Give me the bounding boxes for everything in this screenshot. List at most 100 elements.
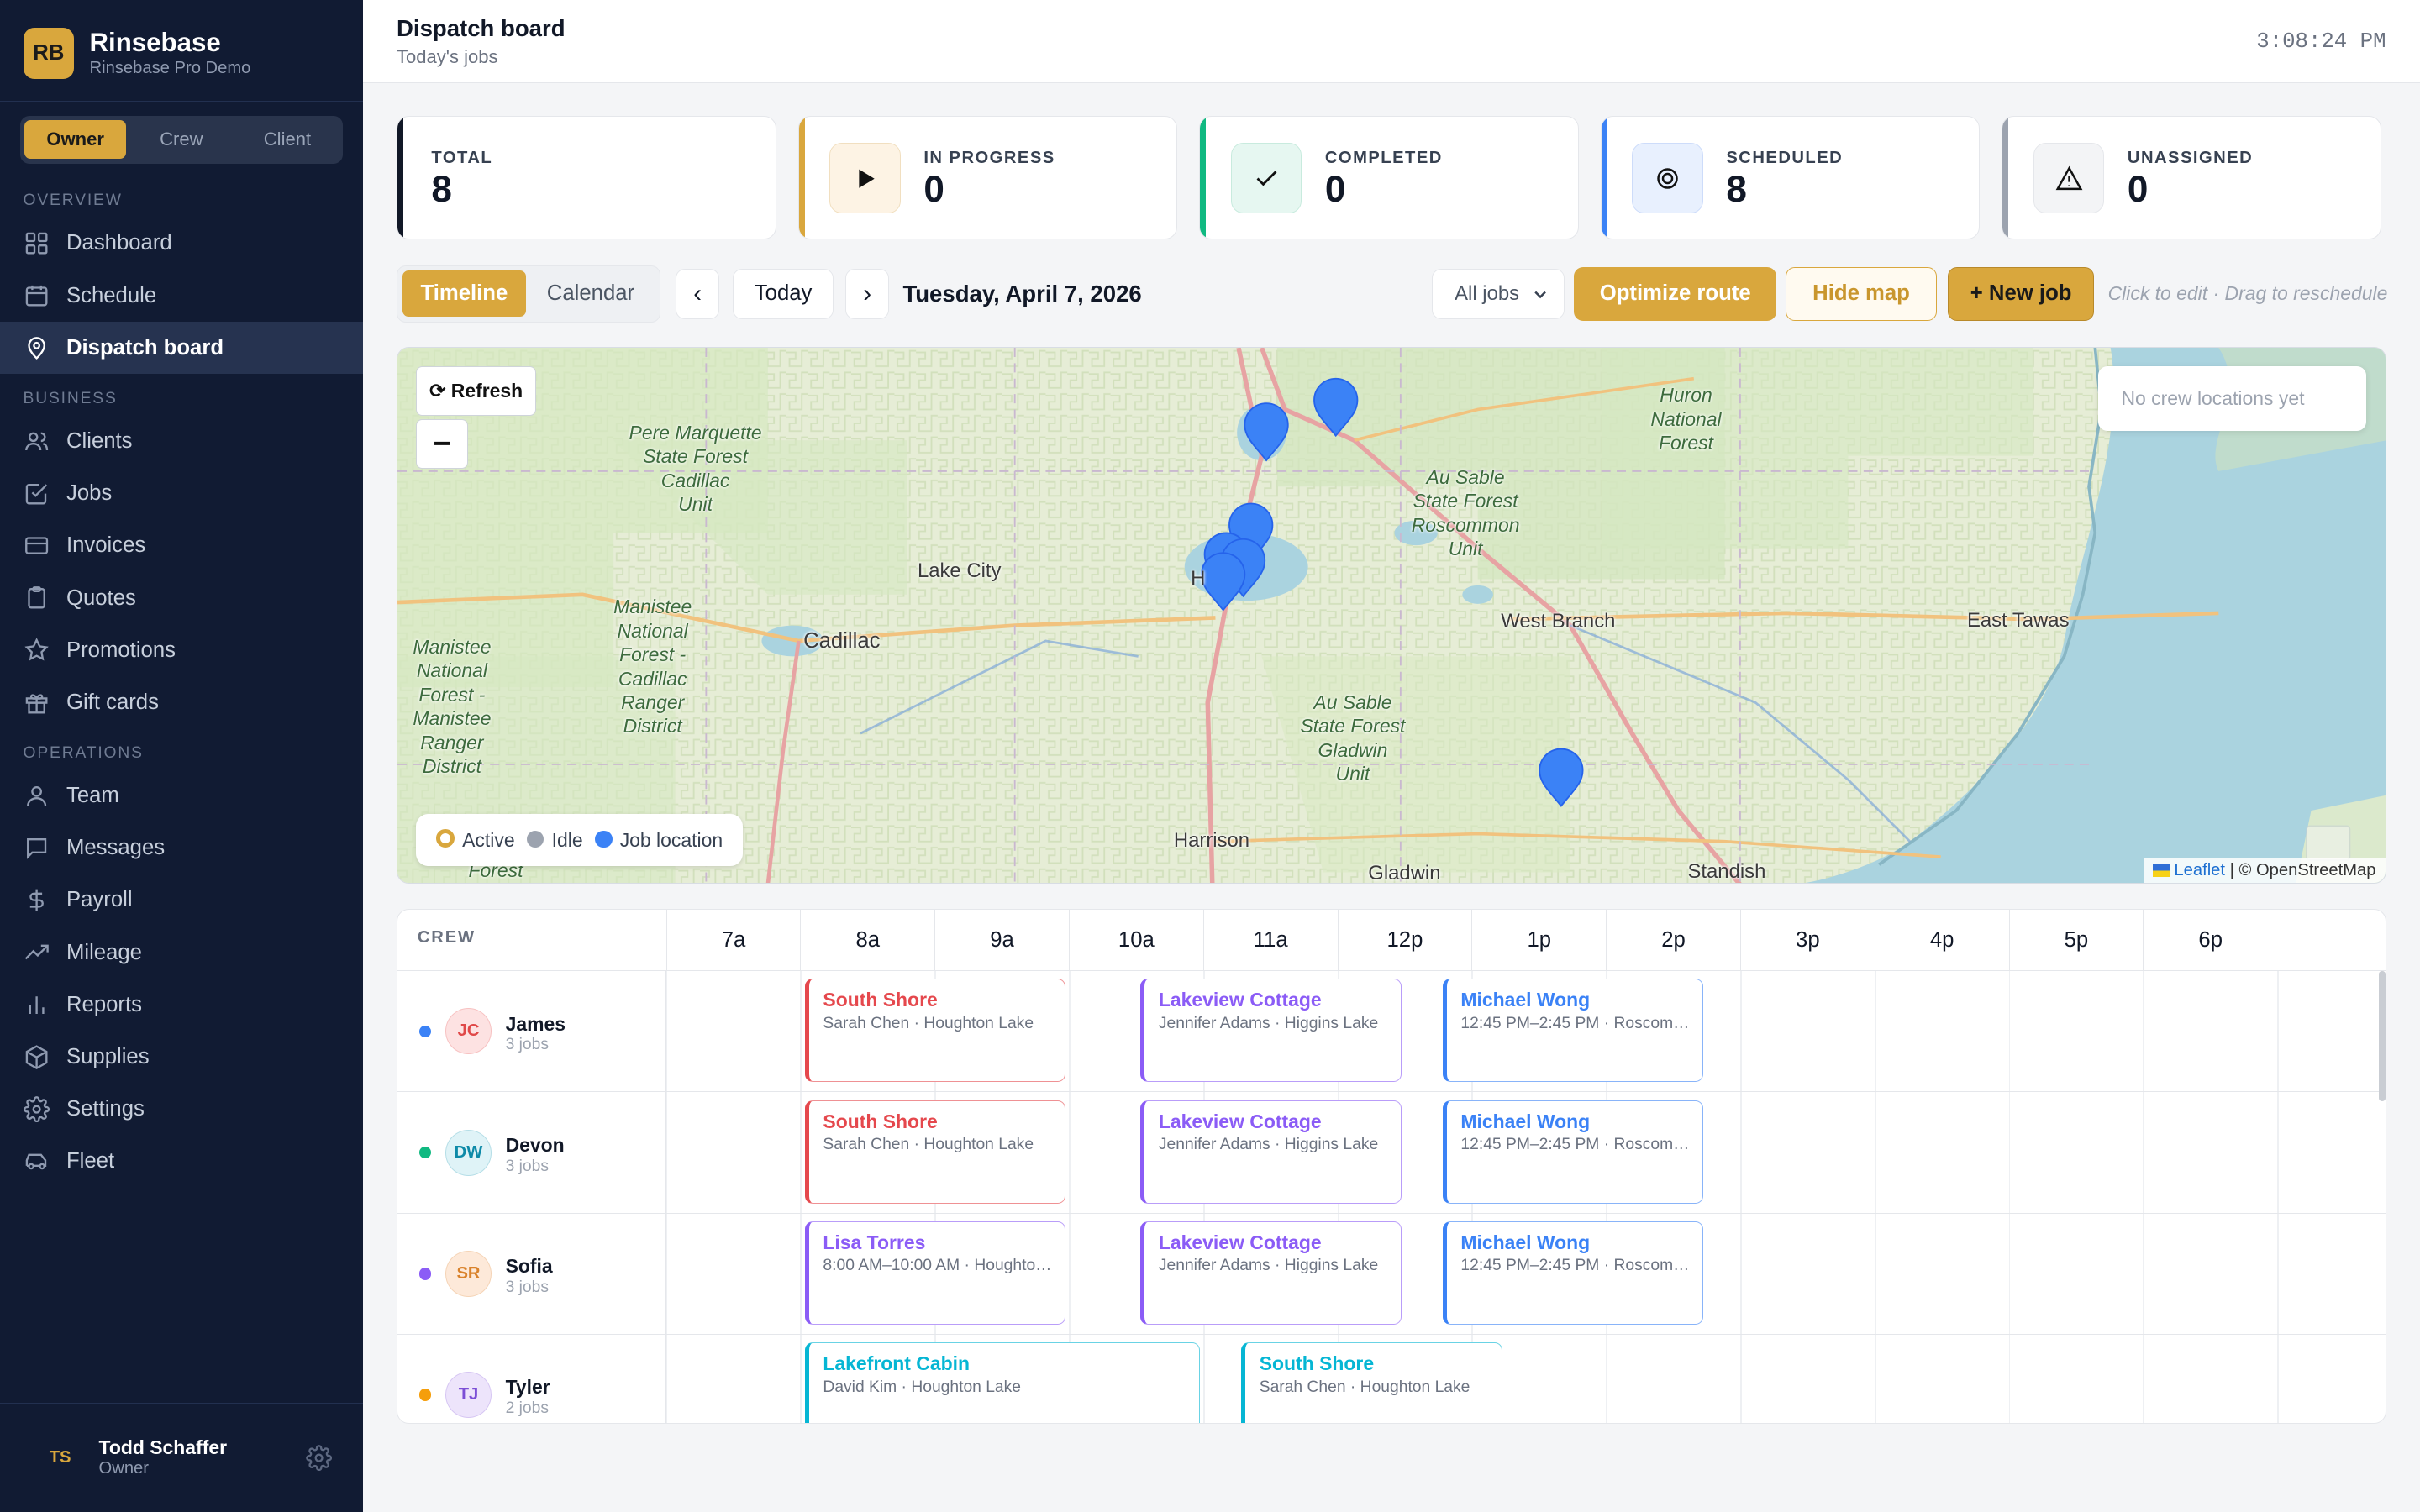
job-card[interactable]: Lakeview Cottage Jennifer Adams · Higgin… (1140, 1221, 1402, 1325)
job-card[interactable]: South Shore Sarah Chen · Houghton Lake (804, 979, 1066, 1083)
crew-column-header: CREW (417, 927, 476, 947)
sidebar-item-settings[interactable]: Settings (0, 1083, 363, 1135)
gear-icon[interactable] (305, 1444, 332, 1471)
sidebar-item-mileage[interactable]: Mileage (0, 927, 363, 979)
sidebar-item-payroll[interactable]: Payroll (0, 874, 363, 927)
job-title: Lakeview Cottage (1158, 1110, 1322, 1132)
role-switcher: Owner Crew Client (19, 115, 343, 164)
sidebar: RB Rinsebase Rinsebase Pro Demo Owner Cr… (0, 0, 363, 1512)
job-card[interactable]: Lakeview Cottage Jennifer Adams · Higgin… (1140, 1100, 1402, 1204)
prev-day-button[interactable]: ‹ (676, 268, 719, 320)
job-card[interactable]: South Shore Sarah Chen · Houghton Lake (1241, 1341, 1502, 1424)
sidebar-item-invoices[interactable]: Invoices (0, 520, 363, 572)
map-label-west-branch: West Branch (1501, 610, 1616, 633)
crew-member[interactable]: DW Devon 3 jobs (397, 1092, 666, 1213)
crew-member[interactable]: TJ Tyler 2 jobs (397, 1334, 666, 1424)
play-icon (829, 142, 901, 214)
crew-name: James (505, 1012, 566, 1035)
crew-member[interactable]: JC James 3 jobs (397, 971, 666, 1092)
tab-calendar[interactable]: Calendar (526, 270, 655, 317)
job-details: Jennifer Adams · Higgins Lake (1158, 1257, 1379, 1275)
job-title: Michael Wong (1460, 1110, 1591, 1132)
main-content: Dispatch board Today's jobs 3:08:24 PM T… (362, 0, 2420, 1512)
stat-card-total: TOTAL 8 (397, 115, 776, 239)
timeline-scrollbar[interactable] (2379, 971, 2386, 1101)
optimize-route-button[interactable]: Optimize route (1574, 266, 1776, 322)
sidebar-item-label: Reports (66, 992, 142, 1016)
grid-line (2143, 1092, 2145, 1213)
map-refresh-button[interactable]: ⟳ Refresh (416, 366, 537, 417)
brand[interactable]: RB Rinsebase Rinsebase Pro Demo (0, 0, 363, 102)
map-label-au-sable-roscommon: Au Sable State Forest Roscommon Unit (1411, 465, 1520, 560)
toolbar: Timeline Calendar ‹ Today › Tuesday, Apr… (397, 265, 2387, 324)
map-zoom-out-button[interactable]: − (416, 418, 469, 469)
chevron-down-icon (1534, 291, 1546, 299)
crew-row: DW Devon 3 jobs South Shore Sarah Chen ·… (397, 1092, 2386, 1214)
job-title: South Shore (823, 1110, 938, 1132)
sidebar-item-label: Messages (66, 836, 166, 860)
leaflet-link[interactable]: Leaflet (2174, 861, 2225, 879)
grid-line (666, 1334, 668, 1424)
sidebar-item-dashboard[interactable]: Dashboard (0, 218, 363, 270)
map-pin-icon (27, 336, 45, 360)
crew-member[interactable]: SR Sofia 3 jobs (397, 1213, 666, 1334)
current-date: Tuesday, April 7, 2026 (902, 281, 1142, 307)
message-icon (26, 838, 46, 860)
grid-line (1068, 1092, 1071, 1213)
status-dot (418, 1389, 432, 1401)
sidebar-item-fleet[interactable]: Fleet (0, 1135, 363, 1187)
today-button[interactable]: Today (733, 268, 834, 320)
role-owner-button[interactable]: Owner (24, 120, 126, 160)
hide-map-button[interactable]: Hide map (1786, 266, 1938, 322)
job-title: Lisa Torres (823, 1231, 926, 1253)
job-filter-select[interactable]: All jobs (1432, 268, 1565, 320)
avatar: TJ (445, 1371, 492, 1418)
role-crew-button[interactable]: Crew (131, 120, 233, 159)
sidebar-item-schedule[interactable]: Schedule (0, 270, 363, 322)
grid-line (1606, 1334, 1607, 1424)
sidebar-item-promotions[interactable]: Promotions (0, 624, 363, 676)
avatar[interactable]: TS (40, 1437, 81, 1478)
check-square-icon (25, 484, 47, 505)
nav-section-operations: OPERATIONS (23, 743, 144, 762)
sidebar-item-team[interactable]: Team (0, 770, 363, 822)
grid-line (1202, 1334, 1205, 1424)
sidebar-item-clients[interactable]: Clients (0, 416, 363, 468)
credit-card-icon (24, 537, 48, 555)
next-day-button[interactable]: › (845, 268, 889, 320)
job-title: Michael Wong (1460, 989, 1591, 1011)
sidebar-item-reports[interactable]: Reports (0, 979, 363, 1031)
stat-value: 0 (923, 169, 944, 211)
job-card[interactable]: Lisa Torres 8:00 AM–10:00 AM · Houghton … (804, 1221, 1066, 1325)
job-details: Sarah Chen · Houghton Lake (823, 1015, 1034, 1032)
dispatch-map[interactable]: Pere Marquette State Forest Cadillac Unit L… (397, 347, 2386, 885)
sidebar-item-label: Jobs (66, 481, 113, 506)
sidebar-item-dispatch-board[interactable]: Dispatch board (0, 322, 363, 375)
sidebar-item-supplies[interactable]: Supplies (0, 1031, 363, 1083)
dollar-icon (29, 889, 44, 911)
job-card[interactable]: Michael Wong 12:45 PM–2:45 PM · Roscommo… (1442, 1221, 1704, 1325)
job-card[interactable]: South Shore Sarah Chen · Houghton Lake (804, 1100, 1066, 1204)
sidebar-item-jobs[interactable]: Jobs (0, 468, 363, 520)
job-title: Lakeview Cottage (1158, 1231, 1322, 1253)
role-client-button[interactable]: Client (237, 120, 339, 159)
stat-label: SCHEDULED (1726, 149, 1844, 168)
car-icon (25, 1153, 46, 1170)
sidebar-item-label: Fleet (66, 1148, 115, 1173)
grid-line (800, 1092, 802, 1213)
grid-line (1874, 1213, 1876, 1334)
job-card[interactable]: Lakefront Cabin David Kim · Houghton Lak… (804, 1341, 1201, 1424)
new-job-button[interactable]: + New job (1947, 266, 2095, 322)
sidebar-item-quotes[interactable]: Quotes (0, 572, 363, 624)
nav-section-overview: OVERVIEW (23, 191, 123, 209)
gift-icon (25, 694, 48, 714)
grid-line (1874, 1334, 1876, 1424)
job-card[interactable]: Lakeview Cottage Jennifer Adams · Higgin… (1140, 979, 1402, 1083)
sidebar-item-messages[interactable]: Messages (0, 822, 363, 874)
map-label-cadillac: Cadillac (803, 628, 881, 653)
tab-timeline[interactable]: Timeline (402, 270, 527, 318)
osm-attribution[interactable]: | © OpenStreetMap (2230, 861, 2376, 879)
job-card[interactable]: Michael Wong 12:45 PM–2:45 PM · Roscommo… (1442, 1100, 1704, 1204)
sidebar-item-gift-cards[interactable]: Gift cards (0, 676, 363, 728)
job-card[interactable]: Michael Wong 12:45 PM–2:45 PM · Roscommo… (1442, 979, 1704, 1083)
